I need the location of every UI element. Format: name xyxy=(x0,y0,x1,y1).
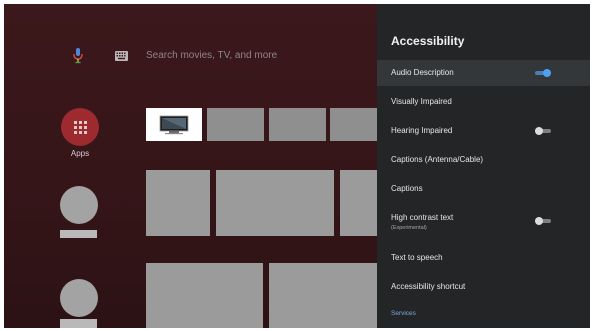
keyboard-icon[interactable] xyxy=(115,51,128,61)
menu-item-label: Audio Description xyxy=(391,68,454,77)
menu-item-label: Visually Impaired xyxy=(391,97,452,106)
channel-label xyxy=(60,319,97,328)
audio-description-toggle[interactable] xyxy=(535,69,551,77)
menu-item-visually-impaired[interactable]: Visually Impaired xyxy=(377,89,590,115)
apps-grid-icon xyxy=(73,120,87,134)
panel-title: Accessibility xyxy=(391,34,465,48)
tv-icon xyxy=(159,115,189,134)
channel-avatar[interactable] xyxy=(60,279,98,317)
menu-item-captions-antenna-cable[interactable]: Captions (Antenna/Cable) xyxy=(377,147,590,173)
channel-avatar[interactable] xyxy=(60,186,98,224)
menu-item-audio-description[interactable]: Audio Description xyxy=(377,60,590,86)
menu-item-label: Accessibility shortcut xyxy=(391,282,466,291)
apps-label: Apps xyxy=(70,149,90,158)
content-card[interactable] xyxy=(216,170,334,236)
menu-item-label: Captions xyxy=(391,184,423,193)
menu-item-accessibility-shortcut[interactable]: Accessibility shortcut xyxy=(377,274,590,300)
high-contrast-toggle[interactable] xyxy=(535,217,551,225)
apps-button[interactable] xyxy=(61,108,99,146)
app-tile[interactable] xyxy=(269,108,326,141)
app-tile-tv[interactable] xyxy=(146,108,202,141)
menu-item-label: Text to speech xyxy=(391,253,443,262)
mic-icon[interactable] xyxy=(72,48,84,64)
menu-item-text-to-speech[interactable]: Text to speech xyxy=(377,245,590,271)
search-bar[interactable]: Search movies, TV, and more xyxy=(146,50,277,61)
content-card[interactable] xyxy=(146,263,263,328)
menu-item-label: Captions (Antenna/Cable) xyxy=(391,155,484,164)
app-tile[interactable] xyxy=(207,108,264,141)
menu-item-label: Hearing Impaired xyxy=(391,126,453,135)
section-header-services: Services xyxy=(391,310,416,317)
content-card[interactable] xyxy=(269,263,377,328)
menu-item-captions[interactable]: Captions xyxy=(377,176,590,202)
accessibility-panel: Accessibility Audio Description Visually… xyxy=(377,4,590,328)
hearing-impaired-toggle[interactable] xyxy=(535,127,551,135)
content-card[interactable] xyxy=(340,170,377,236)
content-card[interactable] xyxy=(146,170,210,236)
menu-item-hearing-impaired[interactable]: Hearing Impaired xyxy=(377,118,590,144)
menu-item-high-contrast-text[interactable]: High contrast text (Experimental) xyxy=(377,205,590,237)
app-tile[interactable] xyxy=(330,108,377,141)
menu-item-sublabel: (Experimental) xyxy=(391,225,427,231)
tv-screen: Search movies, TV, and more Apps Accessi… xyxy=(4,4,590,328)
menu-item-label: High contrast text xyxy=(391,213,454,222)
channel-label xyxy=(60,230,97,238)
